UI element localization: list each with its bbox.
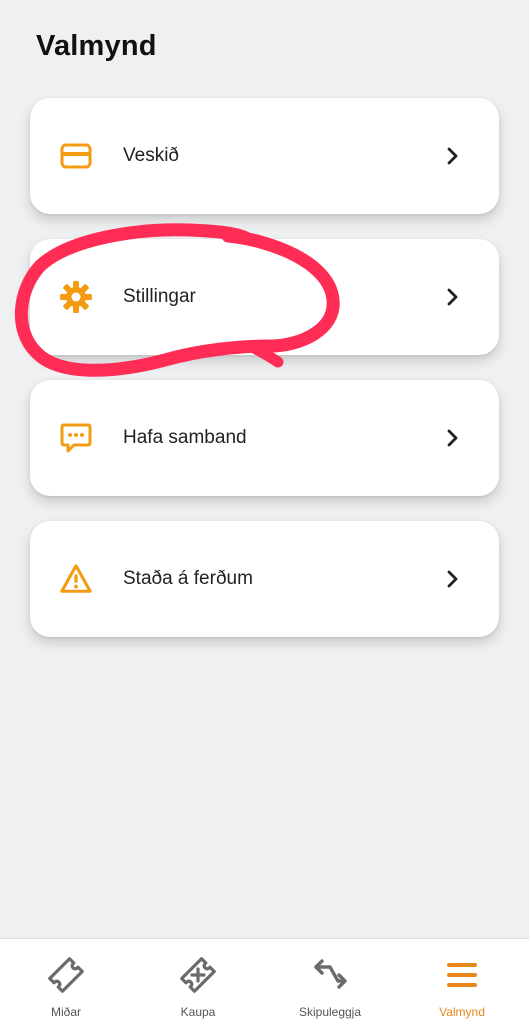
menu-item-contact[interactable]: Hafa samband xyxy=(30,380,499,496)
chevron-right-icon xyxy=(445,286,461,308)
gear-icon xyxy=(59,280,93,314)
hamburger-menu-icon xyxy=(440,953,484,997)
tab-menu[interactable]: Valmynd xyxy=(396,939,528,1024)
tab-tickets[interactable]: Miðar xyxy=(0,939,132,1024)
menu-item-label: Stillingar xyxy=(123,286,196,307)
tab-label: Kaupa xyxy=(180,1005,216,1019)
tab-plan[interactable]: Skipuleggja xyxy=(264,939,396,1024)
tab-label: Skipuleggja xyxy=(298,1005,362,1019)
chevron-right-icon xyxy=(445,568,461,590)
chevron-right-icon xyxy=(445,427,461,449)
wallet-icon xyxy=(59,139,93,173)
menu-item-label: Veskið xyxy=(123,145,179,166)
ticket-icon xyxy=(44,953,88,997)
page-title: Valmynd xyxy=(36,30,157,62)
route-arrows-icon xyxy=(308,953,352,997)
buy-ticket-icon xyxy=(176,953,220,997)
tab-buy[interactable]: Kaupa xyxy=(132,939,264,1024)
tab-label: Miðar xyxy=(50,1005,81,1019)
menu-item-label: Hafa samband xyxy=(123,427,247,448)
chat-bubble-icon xyxy=(59,421,93,455)
menu-item-wallet[interactable]: Veskið xyxy=(30,98,499,214)
menu-item-trip-status[interactable]: Staða á ferðum xyxy=(30,521,499,637)
menu-item-label: Staða á ferðum xyxy=(123,568,253,589)
warning-triangle-icon xyxy=(59,562,93,596)
menu-item-settings[interactable]: Stillingar xyxy=(30,239,499,355)
screen: Valmynd Veskið Stillingar Hafa samband S… xyxy=(0,0,529,1024)
chevron-right-icon xyxy=(445,145,461,167)
tab-label: Valmynd xyxy=(439,1005,485,1019)
bottom-tab-bar: Miðar Kaupa Skipuleggja Valmynd xyxy=(0,938,529,1024)
